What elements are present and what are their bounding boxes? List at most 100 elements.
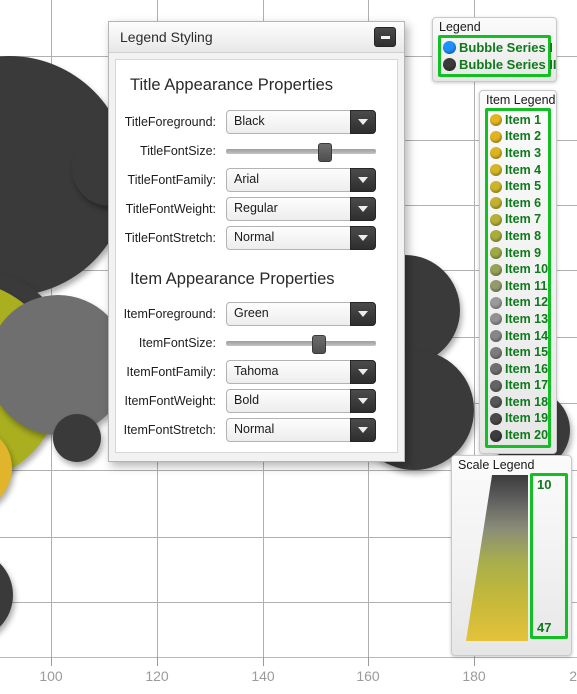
series-legend-item-label: Bubble Series II: [459, 57, 557, 72]
item-legend-item[interactable]: Item 8: [490, 228, 546, 245]
dropdown-value: Normal: [234, 421, 275, 436]
legend-bullet-icon: [490, 429, 502, 442]
field-label: TitleFontWeight:: [125, 201, 216, 216]
item-legend-item[interactable]: Item 9: [490, 245, 546, 262]
item-legend-item-label: Item 6: [505, 195, 542, 210]
item-legend-item[interactable]: Item 13: [490, 311, 549, 328]
item-legend-item[interactable]: Item 15: [490, 344, 549, 361]
legend-bullet-icon: [443, 41, 456, 54]
minimize-icon[interactable]: [374, 27, 396, 47]
chevron-down-icon[interactable]: [350, 388, 376, 413]
x-axis-tick-label: 20: [569, 668, 577, 684]
legend-bullet-icon: [490, 396, 502, 409]
item-legend-item[interactable]: Item 14: [490, 328, 548, 345]
dropdown-value: Tahoma: [234, 363, 279, 378]
legend-bullet-icon: [490, 130, 502, 143]
item-legend-item-label: Item 15: [505, 345, 549, 360]
chevron-down-icon[interactable]: [350, 225, 376, 250]
form-field-row: ItemFontFamily: Tahoma: [116, 357, 397, 386]
form-field-row: TitleFontSize:: [116, 136, 397, 165]
item-legend-item-label: Item 10: [505, 262, 549, 277]
field-label: ItemForeground:: [123, 306, 216, 321]
scale-legend-panel[interactable]: Scale Legend 10 47: [451, 455, 572, 656]
x-axis-tick-label: 100: [39, 668, 63, 684]
field-label: TitleFontFamily:: [127, 172, 216, 187]
dropdown-itemfontfamily[interactable]: Tahoma: [226, 359, 376, 384]
chevron-down-icon[interactable]: [350, 196, 376, 221]
chevron-down-icon[interactable]: [350, 167, 376, 192]
item-legend-item-label: Item 9: [505, 245, 542, 260]
form-field-row: ItemForeground: Green: [116, 299, 397, 328]
item-legend-item-label: Item 17: [505, 378, 549, 393]
chevron-down-icon[interactable]: [350, 417, 376, 442]
item-legend-item-label: Item 16: [505, 361, 549, 376]
item-legend-item[interactable]: Item 7: [490, 212, 546, 229]
dropdown-titlefontstretch[interactable]: Normal: [226, 225, 376, 250]
item-legend-item[interactable]: Item 5: [490, 178, 546, 195]
item-legend-item-label: Item 20: [505, 428, 549, 443]
item-legend-item-label: Item 19: [505, 411, 549, 426]
series-legend-item[interactable]: Bubble Series I: [443, 39, 553, 56]
dialog-titlebar[interactable]: Legend Styling: [109, 22, 404, 53]
item-legend-title: Item Legend: [486, 93, 556, 107]
form-field-row: TitleFontFamily: Arial: [116, 165, 397, 194]
item-legend-item[interactable]: Item 11: [490, 278, 547, 295]
item-legend-item-label: Item 2: [505, 129, 542, 144]
slider-titlefontsize[interactable]: [226, 139, 376, 163]
item-legend-item-label: Item 4: [505, 162, 542, 177]
series-legend-item[interactable]: Bubble Series II: [443, 56, 557, 73]
x-axis-tick-label: 120: [145, 668, 169, 684]
legend-bullet-icon: [490, 412, 502, 425]
dropdown-value: Black: [234, 113, 265, 128]
item-legend-item-label: Item 13: [505, 311, 549, 326]
item-legend-items: Item 1 Item 2 Item 3 Item 4 Item 5 Item 6 Item…: [485, 108, 551, 448]
form-field-row: TitleFontWeight: Regular: [116, 194, 397, 223]
dropdown-titleforeground[interactable]: Black: [226, 109, 376, 134]
x-axis-tick: [157, 657, 158, 666]
item-legend-item[interactable]: Item 16: [490, 361, 549, 378]
item-legend-item[interactable]: Item 1: [490, 112, 546, 129]
dropdown-titlefontfamily[interactable]: Arial: [226, 167, 376, 192]
field-label: ItemFontFamily:: [126, 364, 216, 379]
slider-track: [226, 148, 376, 154]
dialog-content: Title Appearance Properties TitleForegrou…: [115, 59, 398, 453]
slider-thumb[interactable]: [312, 334, 326, 354]
item-legend-item[interactable]: Item 2: [490, 129, 546, 146]
chevron-down-icon[interactable]: [350, 359, 376, 384]
dropdown-value: Green: [234, 305, 269, 320]
series-legend-panel[interactable]: Legend Bubble Series I Bubble Series II: [432, 17, 557, 82]
chevron-down-icon[interactable]: [350, 301, 376, 326]
scale-legend-title: Scale Legend: [458, 458, 535, 472]
legend-bullet-icon: [490, 114, 502, 127]
dropdown-itemforeground[interactable]: Green: [226, 301, 376, 326]
legend-styling-dialog[interactable]: Legend Styling Title Appearance Properti…: [108, 21, 405, 462]
dropdown-itemfontstretch[interactable]: Normal: [226, 417, 376, 442]
field-label: ItemFontStretch:: [123, 422, 216, 437]
item-legend-item[interactable]: Item 12: [490, 295, 548, 312]
slider-itemfontsize[interactable]: [226, 331, 376, 355]
item-legend-item[interactable]: Item 20: [490, 427, 549, 444]
dropdown-itemfontweight[interactable]: Bold: [226, 388, 376, 413]
item-legend-item[interactable]: Item 4: [490, 162, 546, 179]
item-legend-item[interactable]: Item 19: [490, 411, 549, 428]
item-legend-item[interactable]: Item 18: [490, 394, 548, 411]
dialog-title: Legend Styling: [120, 29, 213, 45]
legend-bullet-icon: [490, 296, 502, 309]
item-legend-item[interactable]: Item 6: [490, 195, 546, 212]
item-legend-item-label: Item 5: [505, 179, 542, 194]
field-label: TitleForeground:: [124, 114, 216, 129]
item-legend-panel[interactable]: Item Legend Item 1 Item 2 Item 3 Item 4 Item…: [479, 90, 557, 454]
slider-thumb[interactable]: [318, 142, 332, 162]
dropdown-titlefontweight[interactable]: Regular: [226, 196, 376, 221]
form-field-row: ItemFontWeight: Bold: [116, 386, 397, 415]
item-legend-item-label: Item 3: [505, 145, 542, 160]
item-legend-item[interactable]: Item 10: [490, 261, 549, 278]
item-legend-item[interactable]: Item 17: [490, 378, 549, 395]
item-legend-item[interactable]: Item 3: [490, 145, 546, 162]
dropdown-value: Regular: [234, 200, 278, 215]
x-axis-line: [0, 657, 577, 658]
legend-bullet-icon: [490, 280, 502, 293]
form-field-row: TitleFontStretch: Normal: [116, 223, 397, 252]
field-label: ItemFontWeight:: [124, 393, 216, 408]
chevron-down-icon[interactable]: [350, 109, 376, 134]
